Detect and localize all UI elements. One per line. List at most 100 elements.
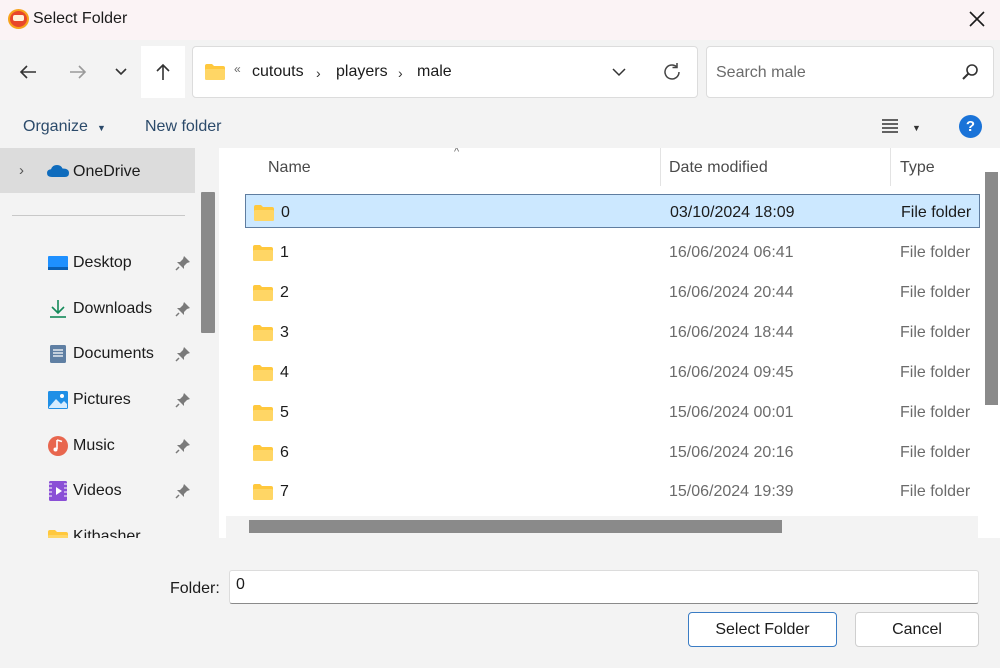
app-icon [8,9,29,29]
chevron-down-icon [115,68,127,76]
chevron-right-icon[interactable]: › [316,65,321,81]
window-title: Select Folder [33,10,128,27]
file-type: File folder [900,324,971,341]
pin-icon[interactable] [175,301,191,317]
select-folder-button[interactable]: Select Folder [688,612,837,647]
sidebar-item-label: Music [73,437,115,454]
pin-icon[interactable] [175,255,191,271]
file-name: 1 [280,244,289,261]
file-date: 16/06/2024 18:44 [669,324,794,341]
search-placeholder: Search male [716,64,806,81]
pin-icon[interactable] [175,438,191,454]
sidebar-item-downloads[interactable]: Downloads [0,290,195,328]
sidebar-item-desktop[interactable]: Desktop [0,244,195,282]
videos-icon [49,481,67,501]
sidebar-item-label: OneDrive [73,163,141,180]
chevron-right-icon[interactable]: › [398,65,403,81]
breadcrumb-players[interactable]: players [336,63,388,81]
vertical-scrollbar[interactable] [985,172,998,405]
column-header-name[interactable]: Name [268,159,311,177]
refresh-icon[interactable] [661,61,683,83]
table-row[interactable]: 7 15/06/2024 19:39 File folder [245,474,980,508]
folder-field[interactable] [229,570,979,604]
new-folder-button[interactable]: New folder [145,118,221,136]
table-row[interactable]: 3 16/06/2024 18:44 File folder [245,315,980,349]
up-button[interactable] [147,56,179,88]
folder-icon [253,365,273,381]
breadcrumb-male[interactable]: male [417,63,452,81]
pin-icon[interactable] [175,392,191,408]
table-row[interactable]: 5 15/06/2024 00:01 File folder [245,395,980,429]
cancel-button[interactable]: Cancel [855,612,979,647]
table-row[interactable]: 1 16/06/2024 06:41 File folder [245,235,980,269]
sidebar-item-music[interactable]: Music [0,427,195,465]
desktop-icon [48,256,68,270]
title-bar: Select Folder [0,0,1000,40]
breadcrumb-cutouts[interactable]: cutouts [252,63,304,81]
folder-icon [253,484,273,500]
sidebar-item-documents[interactable]: Documents [0,335,195,373]
onedrive-icon [47,165,69,177]
sidebar-item-kitbasher[interactable]: Kitbasher [0,518,195,538]
column-header-type[interactable]: Type [900,159,935,177]
horizontal-scrollbar[interactable] [249,520,782,533]
table-row[interactable]: 0 03/10/2024 18:09 File folder [245,194,980,228]
view-options-icon[interactable] [880,118,900,134]
folder-icon [253,285,273,301]
table-row[interactable]: 6 15/06/2024 20:16 File folder [245,435,980,469]
file-type: File folder [900,444,971,461]
search-input[interactable]: Search male [706,46,994,98]
help-icon[interactable]: ? [959,115,982,138]
navigation-pane: › OneDrive Desktop Downloads Documents P… [0,148,219,538]
file-type: File folder [900,364,971,381]
file-date: 15/06/2024 19:39 [669,483,794,500]
file-type: File folder [900,244,971,261]
column-divider[interactable] [660,148,661,186]
arrow-right-icon [70,65,87,79]
file-name: 2 [280,284,289,301]
file-type: File folder [900,483,971,500]
column-header-date[interactable]: Date modified [669,159,768,177]
file-date: 15/06/2024 20:16 [669,444,794,461]
documents-icon [50,345,66,363]
sidebar-item-label: Videos [73,482,122,499]
sidebar-item-label: Downloads [73,300,153,317]
back-button[interactable] [12,56,44,88]
sidebar-item-pictures[interactable]: Pictures [0,381,195,419]
file-date: 16/06/2024 06:41 [669,244,794,261]
pin-icon[interactable] [175,346,191,362]
file-date: 16/06/2024 20:44 [669,284,794,301]
downloads-icon [50,300,66,318]
table-row[interactable]: 4 16/06/2024 09:45 File folder [245,355,980,389]
column-divider[interactable] [890,148,891,186]
caret-down-icon[interactable]: ▼ [912,123,921,133]
sidebar-item-videos[interactable]: Videos [0,472,195,510]
recent-locations-button[interactable] [105,56,137,88]
sidebar-scrollbar[interactable] [201,192,215,333]
pin-icon[interactable] [175,483,191,499]
folder-icon [253,405,273,421]
organize-button[interactable]: Organize [23,118,88,136]
chevron-down-icon[interactable] [611,64,627,80]
file-date: 15/06/2024 00:01 [669,404,794,421]
file-name: 4 [280,364,289,381]
file-type: File folder [900,404,971,421]
breadcrumb-overflow[interactable]: « [234,62,241,76]
folder-icon [253,325,273,341]
folder-icon [48,530,68,538]
address-bar[interactable]: « cutouts › players › male [192,46,698,98]
folder-icon [205,64,225,80]
arrow-left-icon [19,65,36,79]
chevron-right-icon[interactable]: › [19,162,24,179]
forward-button[interactable] [62,56,94,88]
table-row[interactable]: 2 16/06/2024 20:44 File folder [245,275,980,309]
divider [12,215,185,216]
sidebar-item-label: Desktop [73,254,132,271]
arrow-up-icon [156,63,170,80]
file-type: File folder [901,204,972,221]
close-button[interactable] [964,6,990,32]
sidebar-item-onedrive[interactable]: › OneDrive [0,148,195,193]
file-date: 03/10/2024 18:09 [670,204,795,221]
command-bar: Organize ▼ New folder ▼ ? [0,104,1000,148]
file-name: 5 [280,404,289,421]
